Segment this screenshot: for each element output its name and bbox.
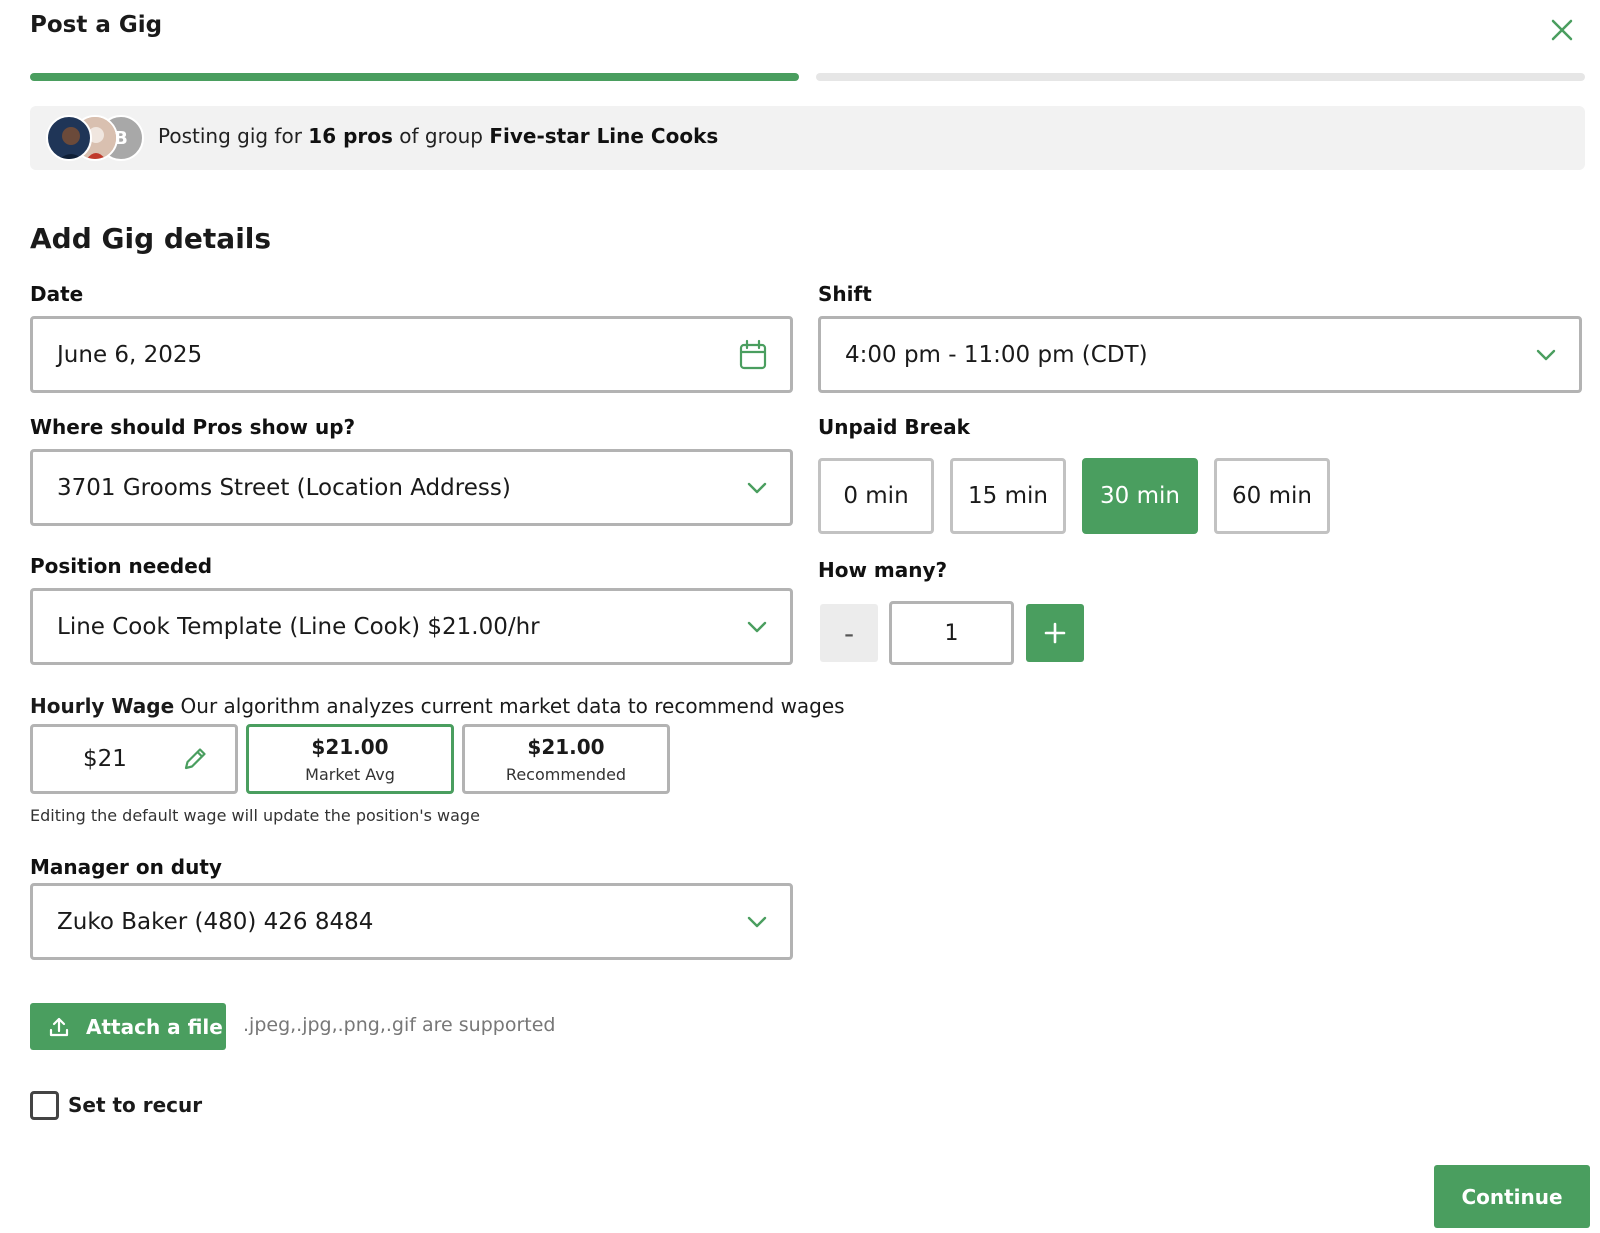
chevron-down-icon <box>747 916 767 927</box>
break-option-60-min[interactable]: 60 min <box>1214 458 1330 534</box>
section-title: Add Gig details <box>30 222 272 255</box>
calendar-icon[interactable] <box>738 339 768 371</box>
decrement-button[interactable]: - <box>820 604 878 662</box>
break-option-30-min[interactable]: 30 min <box>1082 458 1198 534</box>
how-many-label: How many? <box>818 558 948 582</box>
close-button[interactable] <box>1548 16 1576 44</box>
recommended-amount: $21.00 <box>527 734 605 759</box>
manager-select[interactable]: Zuko Baker (480) 426 8484 <box>30 883 793 960</box>
hourly-wage-description: Our algorithm analyzes current market da… <box>180 694 845 718</box>
break-option-15-min[interactable]: 15 min <box>950 458 1066 534</box>
shift-label: Shift <box>818 282 872 306</box>
location-label: Where should Pros show up? <box>30 415 356 439</box>
wage-option-market-avg[interactable]: $21.00 Market Avg <box>246 724 454 794</box>
quantity-input[interactable]: 1 <box>889 601 1014 665</box>
position-value: Line Cook Template (Line Cook) $21.00/hr <box>57 613 540 640</box>
unpaid-break-label: Unpaid Break <box>818 415 970 439</box>
group-name: Five-star Line Cooks <box>489 124 719 148</box>
recur-label[interactable]: Set to recur <box>68 1093 202 1117</box>
wage-value: $21 <box>83 746 127 772</box>
shift-value: 4:00 pm - 11:00 pm (CDT) <box>845 341 1148 368</box>
banner-text: Posting gig for 16 pros of group Five-st… <box>158 124 719 148</box>
market-avg-amount: $21.00 <box>311 734 389 759</box>
date-label: Date <box>30 282 84 306</box>
shift-select[interactable]: 4:00 pm - 11:00 pm (CDT) <box>818 316 1582 393</box>
chevron-down-icon <box>1536 349 1556 360</box>
chevron-down-icon <box>747 482 767 493</box>
modal-title: Post a Gig <box>30 12 163 38</box>
date-value: June 6, 2025 <box>57 341 203 368</box>
location-select[interactable]: 3701 Grooms Street (Location Address) <box>30 449 793 526</box>
wage-input[interactable]: $21 <box>30 724 238 794</box>
market-avg-caption: Market Avg <box>305 764 395 784</box>
manager-value: Zuko Baker (480) 426 8484 <box>57 908 374 935</box>
attach-note: .jpeg,.jpg,.png,.gif are supported <box>243 1014 556 1036</box>
increment-button[interactable] <box>1026 604 1084 662</box>
position-label: Position needed <box>30 554 213 578</box>
continue-button[interactable]: Continue <box>1434 1165 1590 1228</box>
attach-file-label: Attach a file <box>86 1014 223 1039</box>
pros-count: 16 pros <box>308 124 393 148</box>
recur-checkbox[interactable] <box>30 1091 59 1120</box>
attach-file-button[interactable]: Attach a file <box>30 1003 226 1050</box>
break-option-0-min[interactable]: 0 min <box>818 458 934 534</box>
avatar <box>46 115 92 161</box>
manager-label: Manager on duty <box>30 855 222 879</box>
avatar-group: B <box>46 115 146 161</box>
progress-step-2-pending <box>816 73 1585 81</box>
position-select[interactable]: Line Cook Template (Line Cook) $21.00/hr <box>30 588 793 665</box>
chevron-down-icon <box>747 621 767 632</box>
close-icon <box>1551 19 1573 41</box>
wage-note: Editing the default wage will update the… <box>30 806 480 825</box>
wage-option-recommended[interactable]: $21.00 Recommended <box>462 724 670 794</box>
pencil-icon[interactable] <box>181 745 209 773</box>
location-value: 3701 Grooms Street (Location Address) <box>57 474 511 501</box>
plus-icon <box>1044 622 1066 644</box>
date-field[interactable]: June 6, 2025 <box>30 316 793 393</box>
hourly-wage-label: Hourly Wage <box>30 694 175 718</box>
hourly-wage-header: Hourly Wage Our algorithm analyzes curre… <box>30 694 845 718</box>
upload-icon <box>49 1017 69 1036</box>
recommended-caption: Recommended <box>505 764 627 784</box>
progress-step-1-complete <box>30 73 799 81</box>
